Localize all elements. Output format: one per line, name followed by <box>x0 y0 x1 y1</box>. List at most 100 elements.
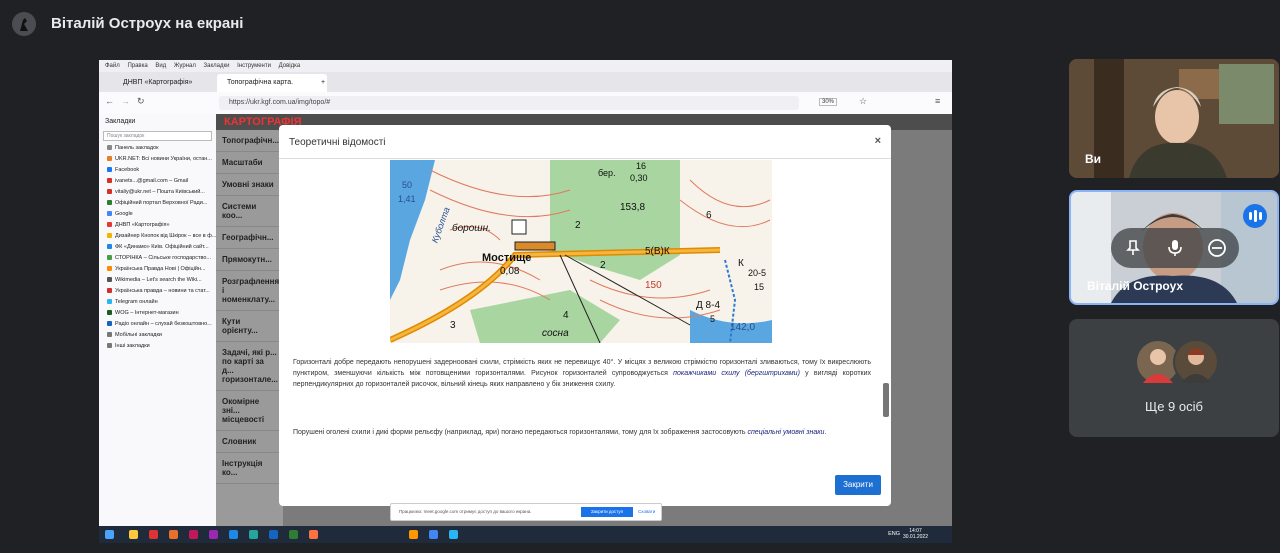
bookmark-item[interactable]: vitaliy@ukr.net – Пошта Київський... <box>99 187 216 198</box>
close-button[interactable]: Закрити <box>835 475 881 495</box>
bookmark-label: Google <box>115 211 133 217</box>
reload-icon[interactable]: ↻ <box>137 96 145 107</box>
site-nav-item[interactable]: Прямокутн... <box>216 249 283 271</box>
app-icon[interactable] <box>149 530 158 539</box>
site-nav-item[interactable]: Розграфлення і номенклату... <box>216 271 283 311</box>
bookmark-item[interactable]: Facebook <box>99 165 216 176</box>
bookmark-item[interactable]: Панель закладок <box>99 143 216 154</box>
site-nav-item[interactable]: Умовні знаки <box>216 174 283 196</box>
site-nav-item[interactable]: Масштаби <box>216 152 283 174</box>
telegram-icon[interactable] <box>449 530 458 539</box>
stop-sharing-button[interactable]: Закрити доступ <box>581 507 633 517</box>
presenter-title: Віталій Остроух на екрані <box>51 15 244 32</box>
tab-kartografia[interactable]: ДНВП «Картографія» <box>113 74 223 92</box>
topographic-map-image: Мостище 0,08 Куболта борошн. бер. 16 0,3… <box>390 160 772 343</box>
app-icon[interactable] <box>189 530 198 539</box>
bookmark-item[interactable]: Радіо онлайн – слухай безкоштовно... <box>99 319 216 330</box>
bookmark-label: Мобільні закладки <box>115 332 162 338</box>
map-label: 1,41 <box>398 194 416 204</box>
bookmark-label: WOG – Інтернет-магазин <box>115 310 179 316</box>
chrome-icon[interactable] <box>429 530 438 539</box>
theory-modal: Теоретичні відомості × Мостище 0,08 Кубо… <box>279 125 891 506</box>
site-nav-item[interactable]: Задачі, які р... по карті за д... горизо… <box>216 342 283 391</box>
avatar <box>1173 339 1219 385</box>
menu-item[interactable]: Вид <box>155 63 166 69</box>
explorer-icon[interactable] <box>129 530 138 539</box>
app-icon[interactable] <box>169 530 178 539</box>
bookmark-item[interactable]: Українська правда – новини та стат... <box>99 286 216 297</box>
app-icon[interactable] <box>249 530 258 539</box>
site-nav-item[interactable]: Кути орієнту... <box>216 311 283 342</box>
hide-share-bar-button[interactable]: Сховати <box>638 509 655 514</box>
app-icon[interactable] <box>229 530 238 539</box>
site-nav-item[interactable]: Системи коо... <box>216 196 283 227</box>
microphone-icon[interactable] <box>1165 238 1185 258</box>
modal-scrollbar[interactable] <box>883 383 889 417</box>
site-nav: Топографічн... Масштаби Умовні знаки Систем… <box>216 130 283 526</box>
menu-icon[interactable]: ≡ <box>935 96 940 106</box>
bookmark-label: vitaliy@ukr.net – Пошта Київський... <box>115 189 205 195</box>
bookmark-item[interactable]: UKR.NET: Всі новини України, остан... <box>99 154 216 165</box>
site-nav-item[interactable]: Географічн... <box>216 227 283 249</box>
start-icon[interactable] <box>105 530 114 539</box>
menu-item[interactable]: Інструменти <box>237 63 271 69</box>
bookmark-item[interactable]: ФК «Динамо» Київ. Офіційний сайт... <box>99 242 216 253</box>
site-nav-item[interactable]: Топографічн... <box>216 130 283 152</box>
bookmark-item[interactable]: Інші закладки <box>99 341 216 352</box>
paragraph-text: . <box>824 429 827 436</box>
term-link[interactable]: спеціальні умовні знаки <box>747 429 824 436</box>
clock[interactable]: 14:07 30.01.2022 <box>903 528 928 540</box>
bookmark-favicon-icon <box>107 211 112 217</box>
bookmarks-search[interactable]: Пошук закладок <box>103 131 212 141</box>
new-tab-icon[interactable]: + <box>321 74 331 92</box>
site-nav-item[interactable]: Інструкція ко... <box>216 453 283 484</box>
tab-topo[interactable]: Топографічна карта. Елементи... <box>217 74 327 104</box>
participant-name: Віталій Остроух <box>1087 279 1184 293</box>
bookmark-item[interactable]: Telegram онлайн <box>99 297 216 308</box>
bookmark-label: Українська Правда Нові | Офіційн... <box>115 266 206 272</box>
bookmark-item[interactable]: Українська Правда Нові | Офіційн... <box>99 264 216 275</box>
menu-item[interactable]: Правка <box>127 63 147 69</box>
back-icon[interactable]: ← <box>105 96 114 106</box>
menu-item[interactable]: Файл <box>105 63 120 69</box>
zoom-level[interactable]: 30% <box>819 98 838 106</box>
site-nav-item[interactable]: Окомірне зні... місцевості <box>216 391 283 431</box>
bookmark-item[interactable]: Мобільні закладки <box>99 330 216 341</box>
participant-tile-you[interactable]: Ви <box>1069 59 1279 178</box>
app-icon[interactable] <box>289 530 298 539</box>
participant-tile-speaker[interactable]: Віталій Остроух <box>1069 190 1279 305</box>
firefox-icon[interactable] <box>409 530 418 539</box>
map-label: 3 <box>450 320 456 331</box>
close-icon[interactable]: × <box>875 135 881 147</box>
map-label: Д 8-4 <box>696 300 721 311</box>
app-icon[interactable] <box>209 530 218 539</box>
bookmark-item[interactable]: Wikimedia – Let's search the Wiki... <box>99 275 216 286</box>
menu-item[interactable]: Журнал <box>174 63 196 69</box>
site-nav-item[interactable]: Словник <box>216 431 283 453</box>
bookmark-item[interactable]: ivanets...@gmail.com – Gmail <box>99 176 216 187</box>
map-label: К <box>738 258 744 269</box>
bookmark-item[interactable]: WOG – Інтернет-магазин <box>99 308 216 319</box>
more-participants-tile[interactable]: Ще 9 осіб <box>1069 319 1279 437</box>
bookmark-label: UKR.NET: Всі новини України, остан... <box>115 156 212 162</box>
bookmark-item[interactable]: Дизайнер Кнопок від Шкірок – все в ф... <box>99 231 216 242</box>
map-label: 15 <box>754 282 765 292</box>
language-indicator[interactable]: ENG <box>888 531 900 537</box>
bookmark-favicon-icon <box>107 244 112 250</box>
forward-icon[interactable]: → <box>121 96 130 106</box>
pin-icon[interactable] <box>1123 238 1143 258</box>
bookmark-item[interactable]: Офіційний портал Верховної Ради... <box>99 198 216 209</box>
bookmark-item[interactable]: СТОРІНКА – Сільське господарство... <box>99 253 216 264</box>
star-icon[interactable]: ☆ <box>859 96 867 107</box>
bookmark-item[interactable]: Google <box>99 209 216 220</box>
firefox-icon[interactable] <box>309 530 318 539</box>
app-icon[interactable] <box>269 530 278 539</box>
bookmark-item[interactable]: ДНВП «Картографія» <box>99 220 216 231</box>
url-bar[interactable]: https://ukr.kgf.com.ua/img/topo/# <box>219 96 799 110</box>
term-link[interactable]: покажчиками схилу (бергштрихами) <box>673 370 800 377</box>
remove-icon[interactable] <box>1207 238 1227 258</box>
menu-item[interactable]: Закладки <box>204 63 230 69</box>
bookmark-favicon-icon <box>107 277 112 283</box>
map-label: 5(В)К <box>645 246 670 257</box>
menu-item[interactable]: Довідка <box>279 63 301 69</box>
